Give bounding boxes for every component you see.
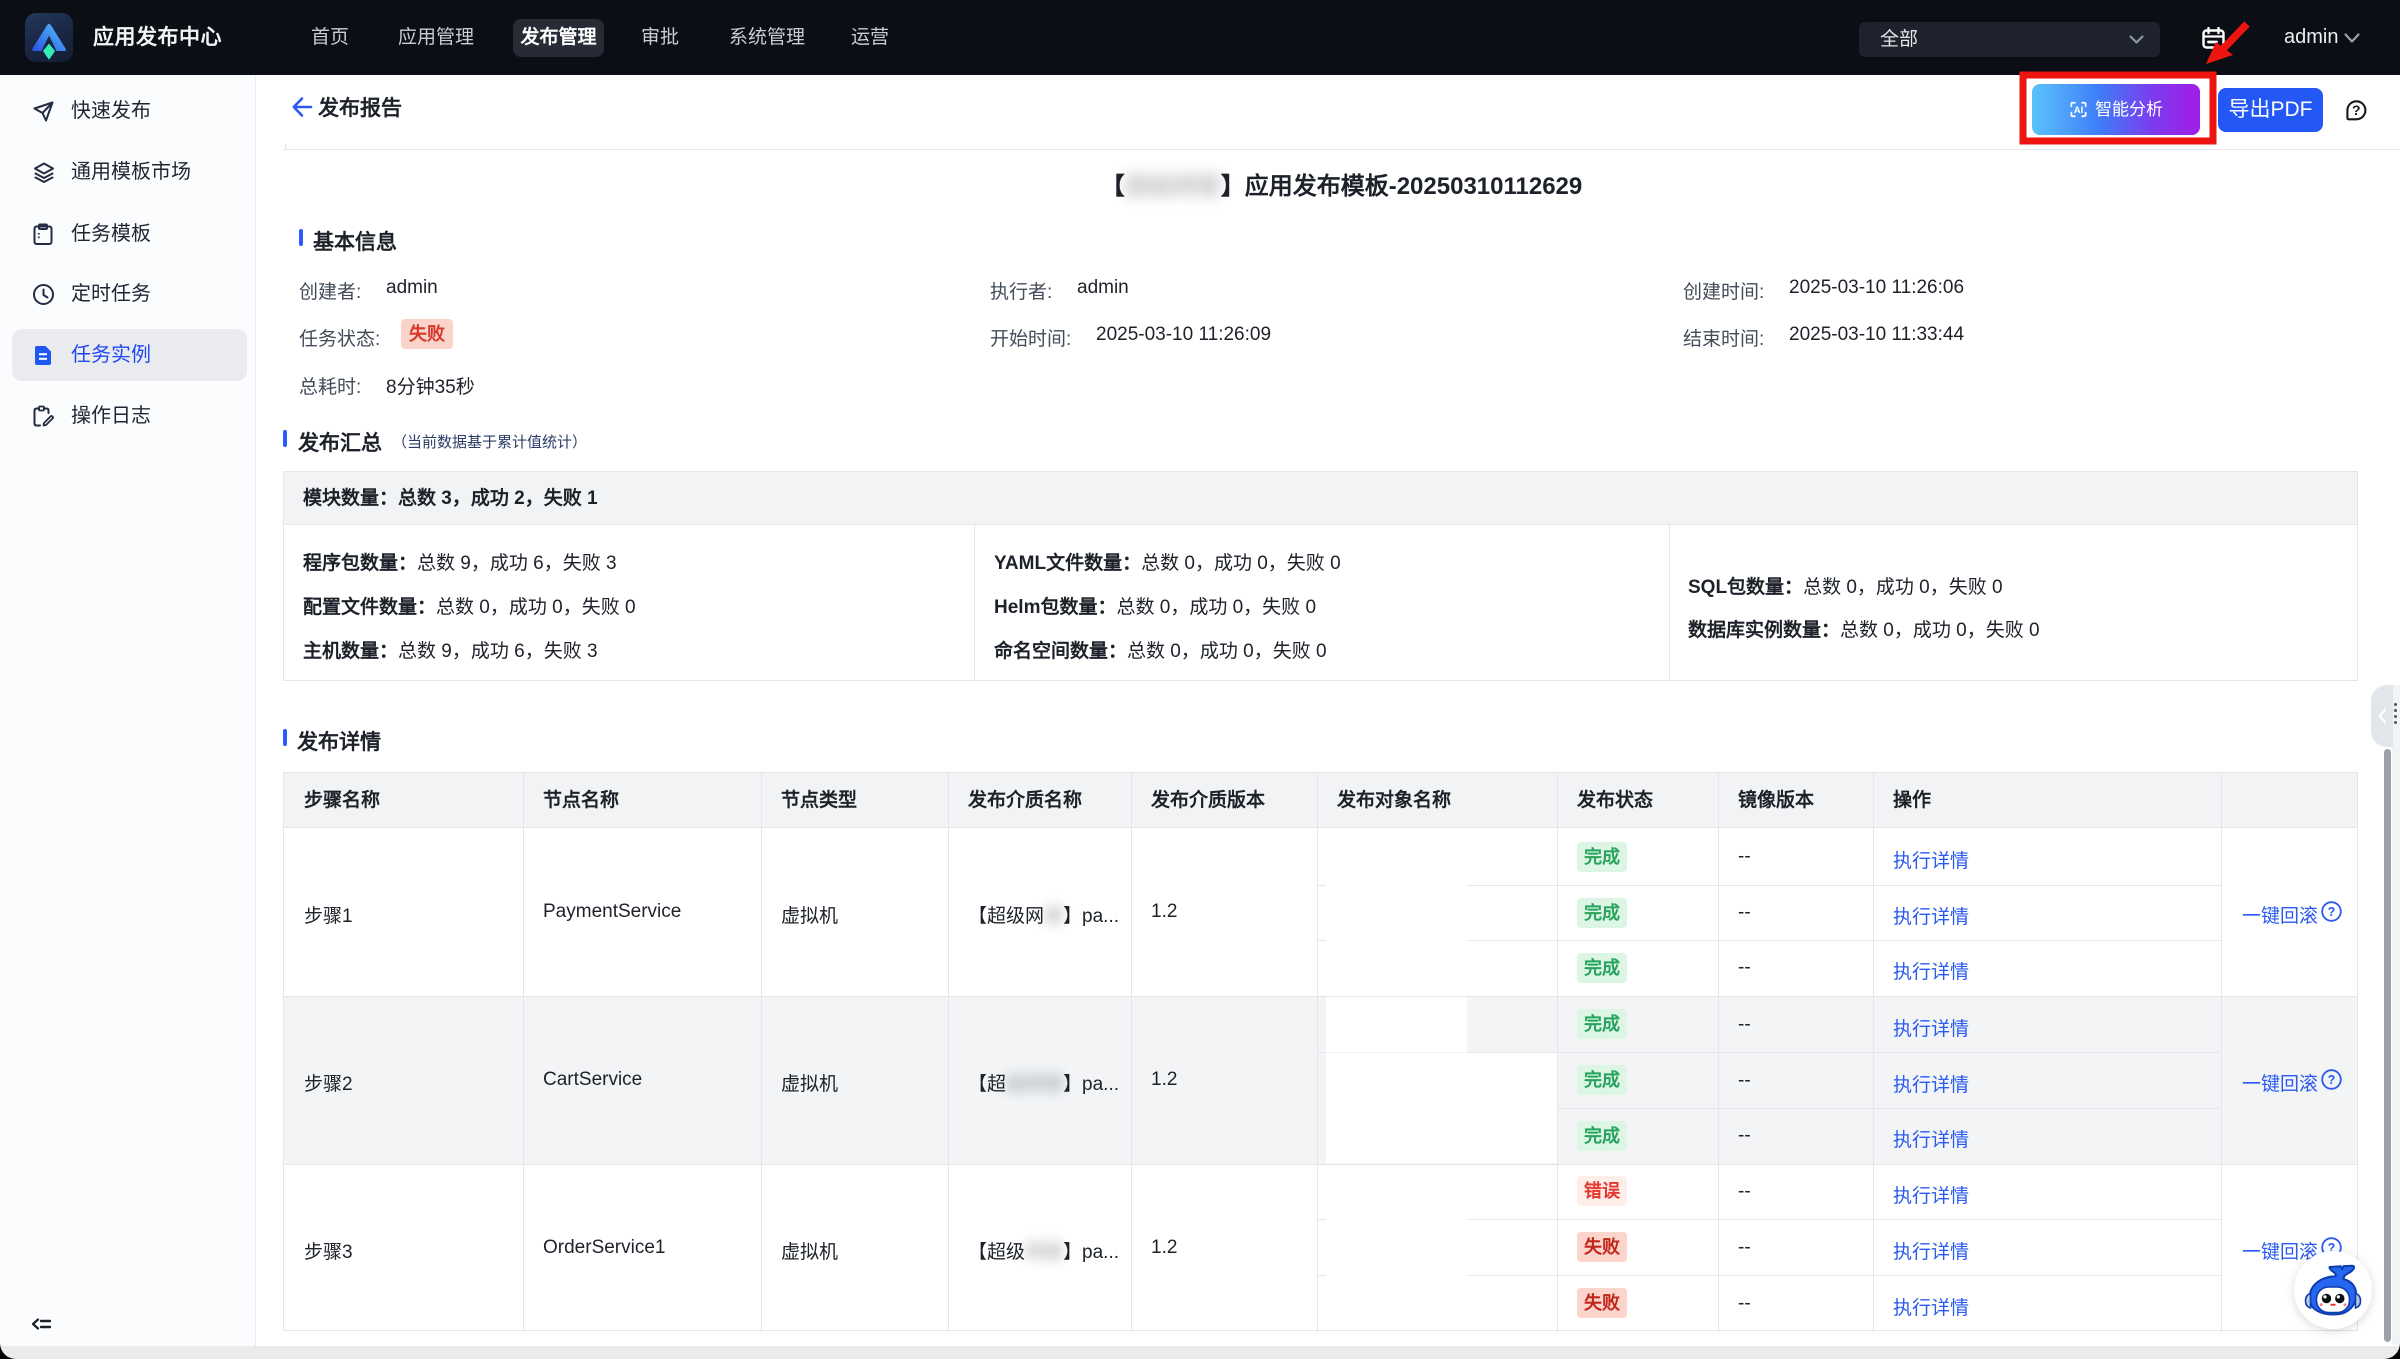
svg-text:?: ? [2328,1073,2336,1087]
svg-text:?: ? [2328,905,2336,919]
svg-text:AI: AI [2074,105,2084,116]
svg-text:?: ? [2352,102,2361,118]
